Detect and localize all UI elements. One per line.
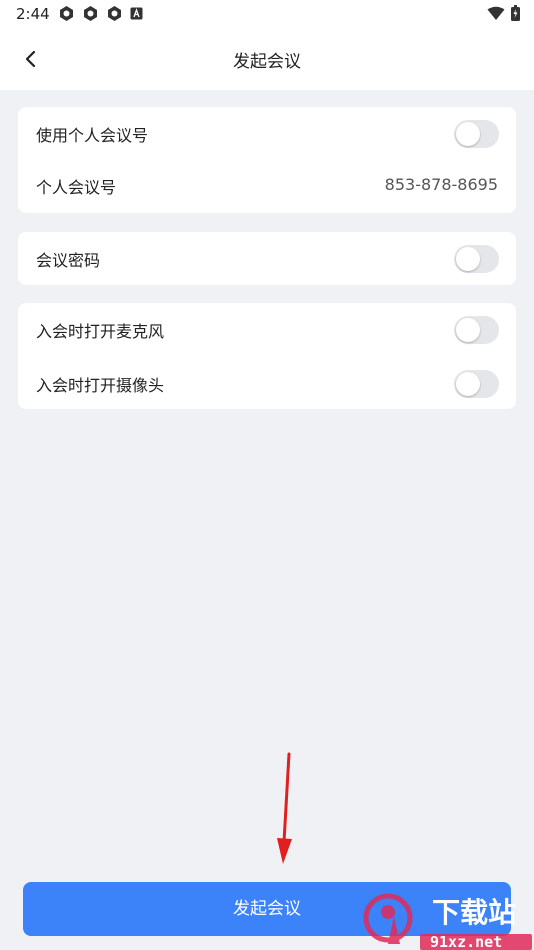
battery-icon — [511, 5, 520, 21]
toggle-knob — [456, 247, 480, 271]
personal-meeting-card: 使用个人会议号 个人会议号 853-878-8695 — [18, 107, 516, 213]
microphone-on-join-row: 入会时打开麦克风 — [18, 303, 516, 357]
personal-meeting-id-label: 个人会议号 — [36, 178, 117, 197]
join-options-card: 入会时打开麦克风 入会时打开摄像头 — [18, 303, 516, 409]
system-icons — [487, 5, 520, 21]
watermark-url: 91xz.net — [430, 933, 502, 950]
meeting-password-toggle[interactable] — [454, 245, 499, 273]
app-notification-icon — [60, 6, 73, 21]
use-personal-meeting-id-toggle[interactable] — [454, 120, 499, 148]
page-title: 发起会议 — [233, 52, 301, 72]
personal-meeting-id-row: 个人会议号 853-878-8695 — [18, 159, 516, 213]
toggle-knob — [456, 372, 480, 396]
notification-icons — [58, 5, 143, 22]
meeting-password-card: 会议密码 — [18, 232, 516, 285]
personal-meeting-id-value: 853-878-8695 — [384, 175, 498, 194]
use-personal-meeting-id-row: 使用个人会议号 — [18, 107, 516, 161]
status-bar: 2:44 — [0, 0, 534, 28]
annotation-arrow-icon — [277, 752, 292, 864]
toggle-knob — [456, 318, 480, 342]
watermark-title: 下载站 — [432, 896, 516, 929]
toggle-knob — [456, 122, 480, 146]
app-notification-icon — [84, 6, 97, 21]
top-navigation-bar: 发起会议 — [0, 28, 534, 90]
camera-on-join-toggle[interactable] — [454, 370, 499, 398]
watermark-logo: 下载站 91xz.net — [363, 893, 532, 950]
wifi-icon — [487, 6, 505, 20]
camera-on-join-label: 入会时打开摄像头 — [36, 376, 165, 395]
camera-on-join-row: 入会时打开摄像头 — [18, 357, 516, 411]
meeting-password-label: 会议密码 — [36, 251, 101, 270]
status-time: 2:44 — [16, 5, 50, 23]
meeting-password-row: 会议密码 — [18, 232, 516, 286]
microphone-on-join-label: 入会时打开麦克风 — [36, 322, 165, 341]
use-personal-meeting-id-label: 使用个人会议号 — [36, 126, 149, 145]
app-notification-icon — [108, 6, 121, 21]
microphone-on-join-toggle[interactable] — [454, 316, 499, 344]
font-notification-icon — [130, 7, 143, 20]
